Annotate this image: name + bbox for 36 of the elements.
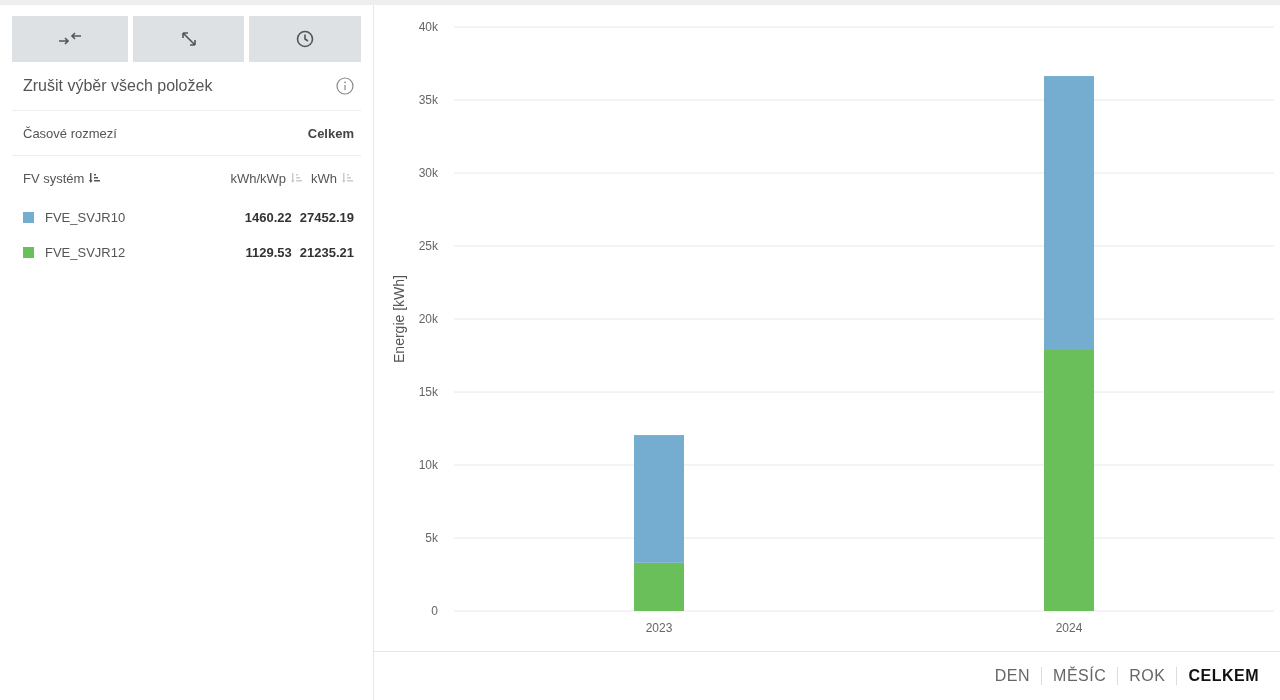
y-tick-label: 0 — [431, 604, 438, 618]
y-tick-label: 30k — [418, 166, 438, 180]
toolbar-button[interactable] — [133, 16, 244, 62]
column-header[interactable]: kWh/kWp — [230, 170, 286, 186]
table-cell: 1129.53 — [245, 245, 292, 260]
period-tab[interactable]: ROK — [1118, 667, 1177, 685]
y-tick-label: 15k — [418, 385, 438, 399]
y-tick-label: 10k — [418, 458, 438, 472]
toolbar-button[interactable] — [249, 16, 361, 62]
info-icon[interactable] — [336, 77, 354, 95]
y-tick-label: 5k — [425, 531, 438, 545]
table-cell: 1460.22 — [244, 210, 292, 225]
diagonal-arrow-icon — [180, 31, 197, 47]
time-range-value: Celkem — [307, 125, 354, 141]
clock-icon — [296, 30, 314, 48]
column-header[interactable]: FV systém — [23, 170, 85, 186]
table-cell: 21235.21 — [299, 245, 354, 260]
y-tick-label: 40k — [418, 20, 438, 34]
deselect-all-link[interactable]: Zrušit výběr všech položek — [23, 77, 213, 95]
period-tab[interactable]: DEN — [983, 667, 1042, 685]
x-tick-label: 2024 — [1055, 621, 1083, 635]
arrows-inward-icon — [58, 32, 82, 46]
period-tab[interactable]: MĚSÍC — [1042, 667, 1118, 685]
period-tab[interactable]: CELKEM — [1177, 667, 1270, 685]
sort-icon[interactable] — [89, 172, 102, 184]
system-name[interactable]: FVE_SVJR12 — [45, 245, 126, 260]
y-tick-label: 35k — [418, 93, 438, 107]
toolbar-button[interactable] — [12, 16, 128, 62]
table-cell: 27452.19 — [299, 210, 354, 225]
y-tick-label: 20k — [418, 312, 438, 326]
y-axis-title: Energie [kWh] — [391, 275, 407, 363]
x-tick-label: 2023 — [645, 621, 673, 635]
column-header[interactable]: kWh — [311, 170, 337, 186]
system-name[interactable]: FVE_SVJR10 — [45, 210, 126, 225]
y-tick-label: 25k — [418, 239, 438, 253]
time-range-label: Časové rozmezí — [23, 125, 117, 141]
